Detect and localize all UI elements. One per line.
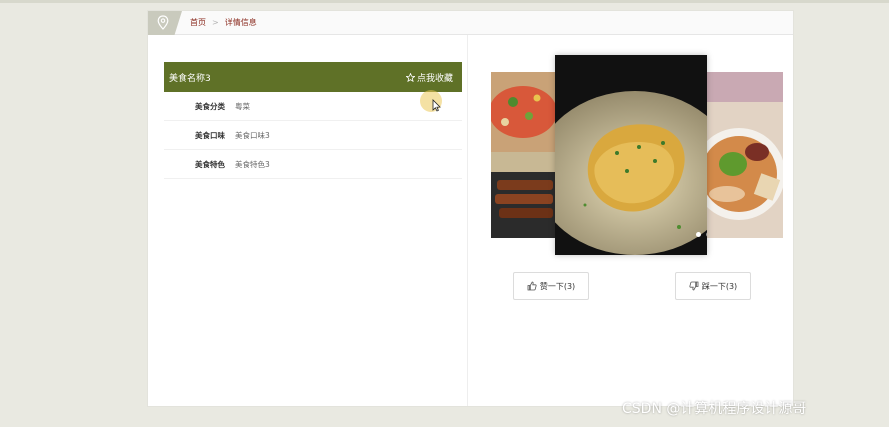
food-photo-cake-plate <box>555 55 707 255</box>
field-value: 美食特色3 <box>235 159 270 169</box>
thumbs-up-icon <box>527 281 537 291</box>
field-label: 美食口味 <box>195 130 225 140</box>
breadcrumb-bar: 首页 > 详情信息 <box>148 11 793 35</box>
star-outline-icon <box>405 72 415 82</box>
field-label: 美食分类 <box>195 101 225 111</box>
carousel-slide-next[interactable] <box>707 72 783 238</box>
dislike-label: 踩一下(3) <box>701 281 738 291</box>
carousel-slide-current[interactable] <box>555 55 707 255</box>
food-title: 美食名称3 <box>169 73 211 84</box>
panel-divider <box>467 35 468 406</box>
breadcrumb-home-link[interactable]: 首页 <box>190 18 206 27</box>
food-title-bar: 美食名称3 点我收藏 <box>164 62 462 92</box>
food-image-carousel[interactable] <box>491 55 784 255</box>
like-label: 赞一下(3) <box>539 281 576 291</box>
detail-page-frame: 首页 > 详情信息 美食名称3 点我收藏 美食分类 粤菜 美食口味 美食口味3 美食… <box>147 10 794 407</box>
info-row-category: 美食分类 粤菜 <box>164 92 462 121</box>
carousel-dot-1[interactable] <box>696 232 701 237</box>
food-photo-grill <box>491 72 555 238</box>
info-row-taste: 美食口味 美食口味3 <box>164 121 462 150</box>
breadcrumb: 首页 > 详情信息 <box>190 16 257 30</box>
carousel-dot-2[interactable] <box>706 232 707 237</box>
breadcrumb-tab <box>148 11 182 35</box>
carousel-indicators <box>696 232 707 237</box>
dislike-button[interactable]: 踩一下(3) <box>675 272 751 300</box>
top-divider-line <box>0 0 889 3</box>
field-value: 美食口味3 <box>235 130 270 140</box>
field-label: 美食特色 <box>195 159 225 169</box>
food-photo-noodle-bowl <box>707 72 783 238</box>
location-pin-icon <box>157 15 169 30</box>
info-row-feature: 美食特色 美食特色3 <box>164 150 462 179</box>
favorite-button[interactable]: 点我收藏 <box>405 71 453 84</box>
breadcrumb-current: 详情信息 <box>224 18 257 27</box>
thumbs-down-icon <box>689 281 699 291</box>
mouse-cursor-icon <box>432 99 441 112</box>
food-info-panel: 美食名称3 点我收藏 美食分类 粤菜 美食口味 美食口味3 美食特色 美食特色3 <box>164 62 462 179</box>
like-button[interactable]: 赞一下(3) <box>513 272 589 300</box>
csdn-watermark: CSDN @计算机程序设计源哥 <box>622 401 807 417</box>
field-value: 粤菜 <box>235 101 250 111</box>
carousel-slide-prev[interactable] <box>491 72 555 238</box>
breadcrumb-separator: > <box>212 18 219 27</box>
favorite-label: 点我收藏 <box>416 73 453 84</box>
